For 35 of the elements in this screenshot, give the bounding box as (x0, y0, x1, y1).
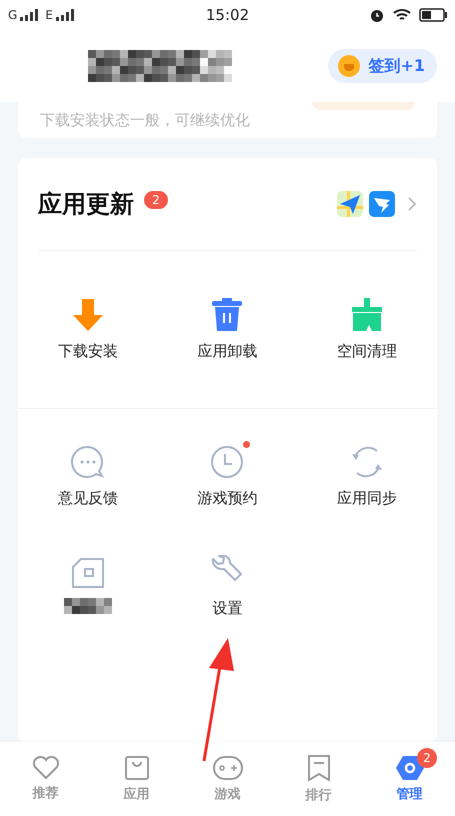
hexagon-gear-icon (396, 755, 424, 781)
clock-time: 15:02 (206, 6, 250, 24)
tool-label[interactable]: 应用卸载 (197, 342, 258, 361)
tool-label[interactable]: 意见反馈 (58, 488, 118, 508)
shopping-bag-icon (124, 755, 150, 781)
carrier-label: E (45, 8, 53, 22)
clock-icon (210, 444, 244, 478)
broom-icon (352, 298, 382, 332)
tool-label[interactable]: 空间清理 (337, 342, 398, 361)
chat-bubble-icon (70, 444, 105, 478)
pixelated-label (64, 598, 112, 614)
sim-card-icon (70, 558, 105, 588)
tool-label[interactable]: 应用同步 (337, 488, 398, 508)
tool-label[interactable]: 下载安装 (58, 342, 118, 361)
chat-app-icon (369, 191, 395, 217)
count-badge: 2 (144, 191, 168, 209)
coin-icon (338, 55, 360, 77)
nav-badge: 2 (417, 748, 437, 768)
heart-icon (32, 756, 60, 780)
carrier-label: G (8, 8, 18, 22)
gamepad-icon (212, 755, 242, 781)
alarm-icon (369, 7, 386, 23)
tool-label[interactable]: 设置 (212, 598, 242, 618)
checkin-button[interactable]: 签到+1 (328, 49, 437, 83)
bookmark-icon (306, 754, 330, 782)
chevron-right-icon[interactable] (407, 196, 417, 212)
wifi-icon (393, 8, 412, 22)
section-title[interactable]: 应用更新 (38, 188, 134, 220)
tool-label[interactable]: 游戏预约 (197, 488, 258, 508)
map-app-icon (337, 191, 363, 217)
battery-icon (419, 8, 448, 22)
nav-tab[interactable]: 管理 2 (364, 742, 455, 816)
status-message: 下载安装状态一般，可继续优化 (40, 110, 250, 130)
trash-icon (211, 298, 244, 332)
download-arrow-icon (70, 298, 105, 332)
